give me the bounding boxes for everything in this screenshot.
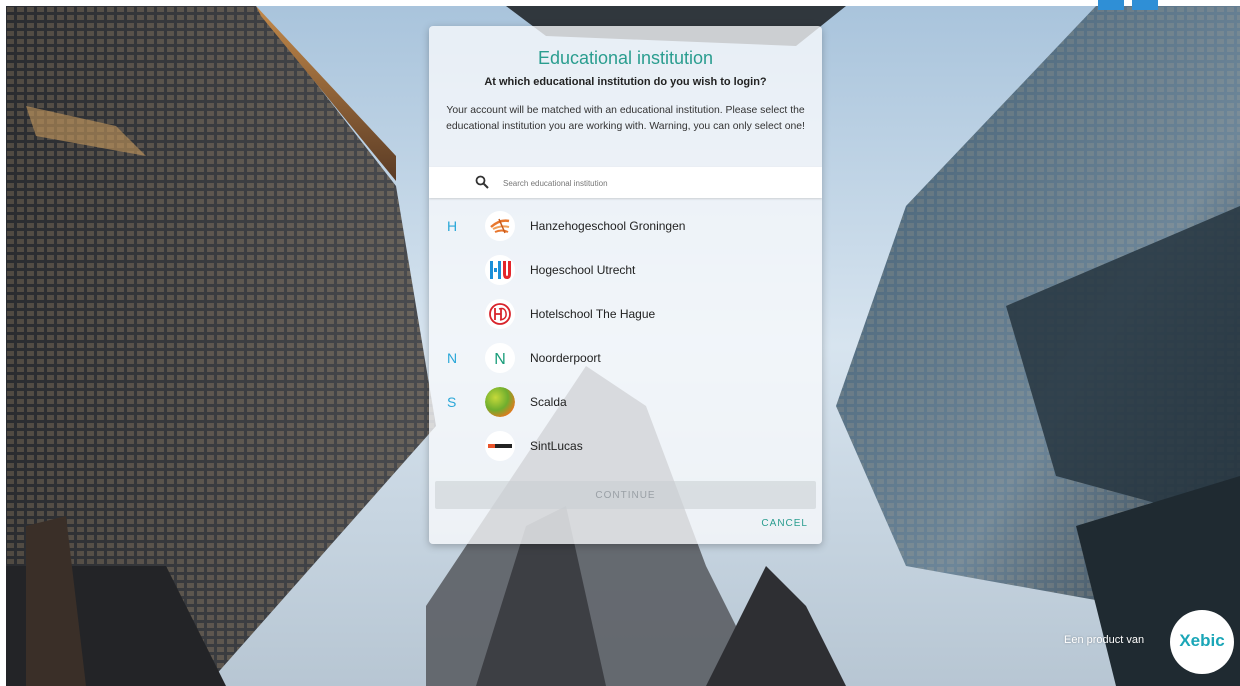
continue-button[interactable]: CONTINUE (435, 481, 816, 509)
institution-item-hanzehogeschool[interactable]: H Hanzehogeschool Groningen (429, 204, 822, 248)
brand-corner-accent (1098, 0, 1160, 10)
institution-item-hotelschool[interactable]: Hotelschool The Hague (429, 292, 822, 336)
sintlucas-logo-icon (485, 431, 515, 461)
hotelschool-logo-icon (485, 299, 515, 329)
dialog-description: Your account will be matched with an edu… (446, 105, 805, 132)
institution-name: Noorderpoort (530, 351, 601, 365)
institution-name: Scalda (530, 395, 567, 409)
institution-name: Hotelschool The Hague (530, 307, 656, 321)
institution-item-hogeschool-utrecht[interactable]: Hogeschool Utrecht (429, 248, 822, 292)
institution-dialog: Educational institution At which educati… (429, 26, 822, 544)
xebic-logo[interactable]: Xebic (1170, 610, 1234, 674)
institution-item-noorderpoort[interactable]: N N Noorderpoort (429, 336, 822, 380)
institution-item-scalda[interactable]: S Scalda (429, 380, 822, 424)
scalda-logo-icon (485, 387, 515, 417)
search-icon (475, 175, 489, 189)
institution-name: Hanzehogeschool Groningen (530, 219, 686, 233)
brand-name: Xebic (1179, 631, 1225, 650)
login-page: Educational institution At which educati… (0, 0, 1240, 686)
product-by-text: Een product van (1064, 634, 1145, 646)
institution-name: SintLucas (530, 439, 583, 453)
svg-text:N: N (494, 351, 506, 368)
search-bar (429, 167, 822, 198)
index-letter: N (447, 350, 458, 366)
noorderpoort-logo-icon: N (485, 343, 515, 373)
index-letter: H (447, 218, 458, 234)
dialog-question: At which educational institution do you … (484, 76, 767, 88)
index-letter: S (447, 394, 457, 410)
cancel-button[interactable]: CANCEL (761, 518, 808, 529)
search-input[interactable] (501, 172, 805, 194)
hanze-logo-icon (485, 211, 515, 241)
institution-name: Hogeschool Utrecht (530, 263, 636, 277)
dialog-title: Educational institution (537, 48, 714, 68)
hu-logo-icon (485, 255, 515, 285)
institution-item-sintlucas[interactable]: SintLucas (429, 424, 822, 468)
